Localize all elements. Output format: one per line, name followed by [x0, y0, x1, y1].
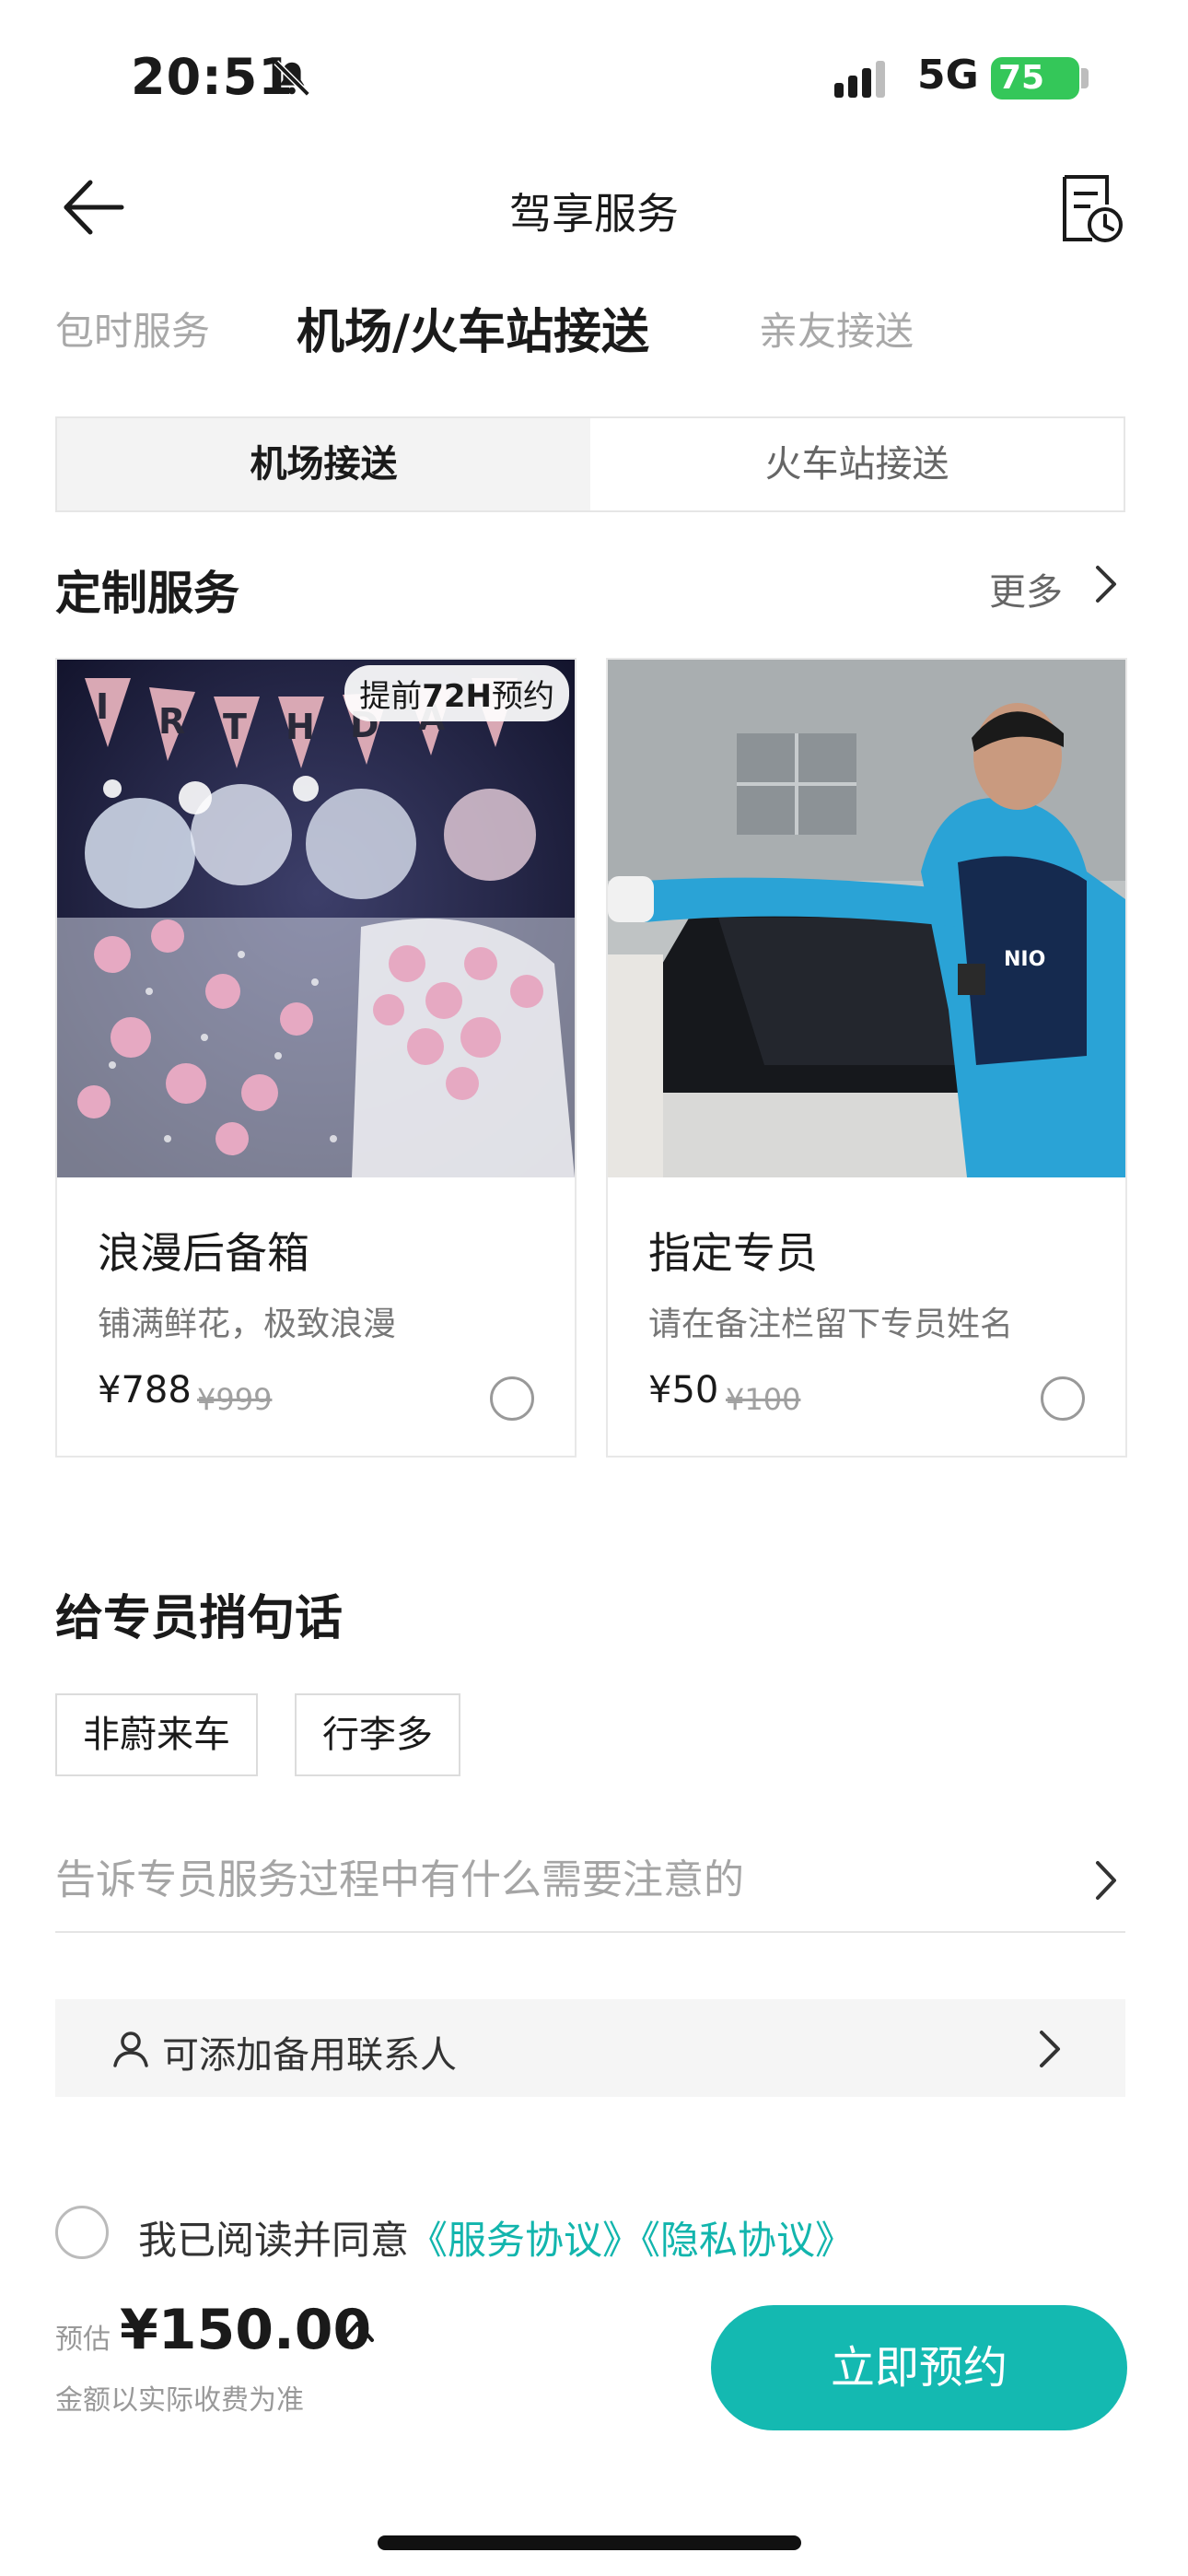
page-title: 驾享服务	[509, 189, 679, 239]
service-agreement-link[interactable]: 《服务协议》	[409, 2218, 641, 2263]
tab-friends[interactable]: 亲友接送	[759, 300, 914, 357]
card-price: ¥50	[648, 1369, 719, 1411]
chip-non-nio-car[interactable]: 非蔚来车	[55, 1693, 258, 1776]
bell-muted-icon	[274, 60, 310, 97]
network-type: 5G	[917, 52, 979, 99]
battery-level: 75	[998, 59, 1045, 97]
select-radio[interactable]	[1041, 1376, 1085, 1421]
service-tabs: 包时服务 机场/火车站接送 亲友接送	[0, 300, 1188, 365]
svg-text:I: I	[96, 686, 109, 727]
tab-hourly[interactable]: 包时服务	[55, 300, 210, 357]
chevron-right-icon[interactable]	[1092, 1859, 1120, 1902]
chevron-right-icon[interactable]	[1092, 564, 1120, 604]
segment-airport[interactable]: 机场接送	[57, 418, 590, 510]
custom-service-title: 定制服务	[55, 567, 239, 620]
status-bar: 20:51 5G 75	[0, 0, 1188, 166]
message-title: 给专员捎句话	[55, 1591, 344, 1646]
agreement-prefix: 我已阅读并同意	[138, 2218, 410, 2263]
romantic-trunk-image: IRT HDA	[57, 660, 575, 1177]
battery-indicator: 75	[991, 57, 1079, 100]
jacket-logo-text: NIO	[1004, 948, 1045, 971]
estimate-note: 金额以实际收费为准	[55, 2384, 304, 2417]
battery-tip	[1081, 68, 1089, 88]
agreement-checkbox[interactable]	[55, 2206, 109, 2259]
chevron-up-icon[interactable]	[337, 2316, 378, 2346]
card-old-price: ¥100	[726, 1382, 801, 1417]
chevron-right-icon	[1040, 2031, 1060, 2067]
service-card-romantic-trunk[interactable]: IRT HDA	[55, 658, 577, 1458]
cellular-signal-icon	[834, 61, 885, 98]
card-desc: 请在备注栏留下专员姓名	[648, 1306, 1014, 1343]
note-input[interactable]: 告诉专员服务过程中有什么需要注意的	[55, 1846, 1125, 1933]
estimate-price[interactable]: ¥150.00	[120, 2298, 371, 2362]
transfer-type-segment: 机场接送 火车站接送	[55, 416, 1125, 512]
svg-text:T: T	[223, 707, 247, 747]
home-indicator	[378, 2535, 801, 2550]
backup-contact-row[interactable]: 可添加备用联系人	[55, 1999, 1125, 2097]
privacy-agreement-link[interactable]: 《隐私协议》	[641, 2218, 854, 2263]
badge-hours: 72H	[422, 678, 492, 715]
agreement-text: 我已阅读并同意《服务协议》《隐私协议》	[138, 2209, 854, 2266]
more-link[interactable]: 更多	[989, 562, 1063, 615]
card-name: 浪漫后备箱	[98, 1228, 309, 1278]
card-price: ¥788	[98, 1369, 192, 1411]
person-icon	[113, 2032, 148, 2067]
card-name: 指定专员	[648, 1228, 818, 1278]
segment-train-station[interactable]: 火车站接送	[590, 418, 1124, 510]
backup-contact-label: 可添加备用联系人	[162, 2034, 457, 2077]
svg-text:R: R	[158, 701, 185, 742]
advance-booking-badge: 提前72H预约	[344, 665, 569, 721]
tab-airport-station[interactable]: 机场/火车站接送	[297, 293, 649, 362]
designated-staff-image: NIO	[608, 660, 1125, 1177]
svg-text:H: H	[285, 707, 315, 747]
estimate-label: 预估	[55, 2324, 111, 2356]
badge-prefix: 提前	[359, 678, 423, 715]
card-old-price: ¥999	[197, 1382, 273, 1417]
order-history-icon[interactable]	[1057, 171, 1125, 245]
select-radio[interactable]	[490, 1376, 534, 1421]
service-card-designated-staff[interactable]: NIO 指定专员 请在备注栏留下专员姓名 ¥50 ¥100	[606, 658, 1127, 1458]
badge-suffix: 预约	[492, 678, 554, 715]
chip-much-luggage[interactable]: 行李多	[295, 1693, 460, 1776]
card-desc: 铺满鲜花，极致浪漫	[98, 1306, 397, 1343]
status-time: 20:51	[131, 48, 294, 106]
book-now-button[interactable]: 立即预约	[711, 2305, 1127, 2430]
